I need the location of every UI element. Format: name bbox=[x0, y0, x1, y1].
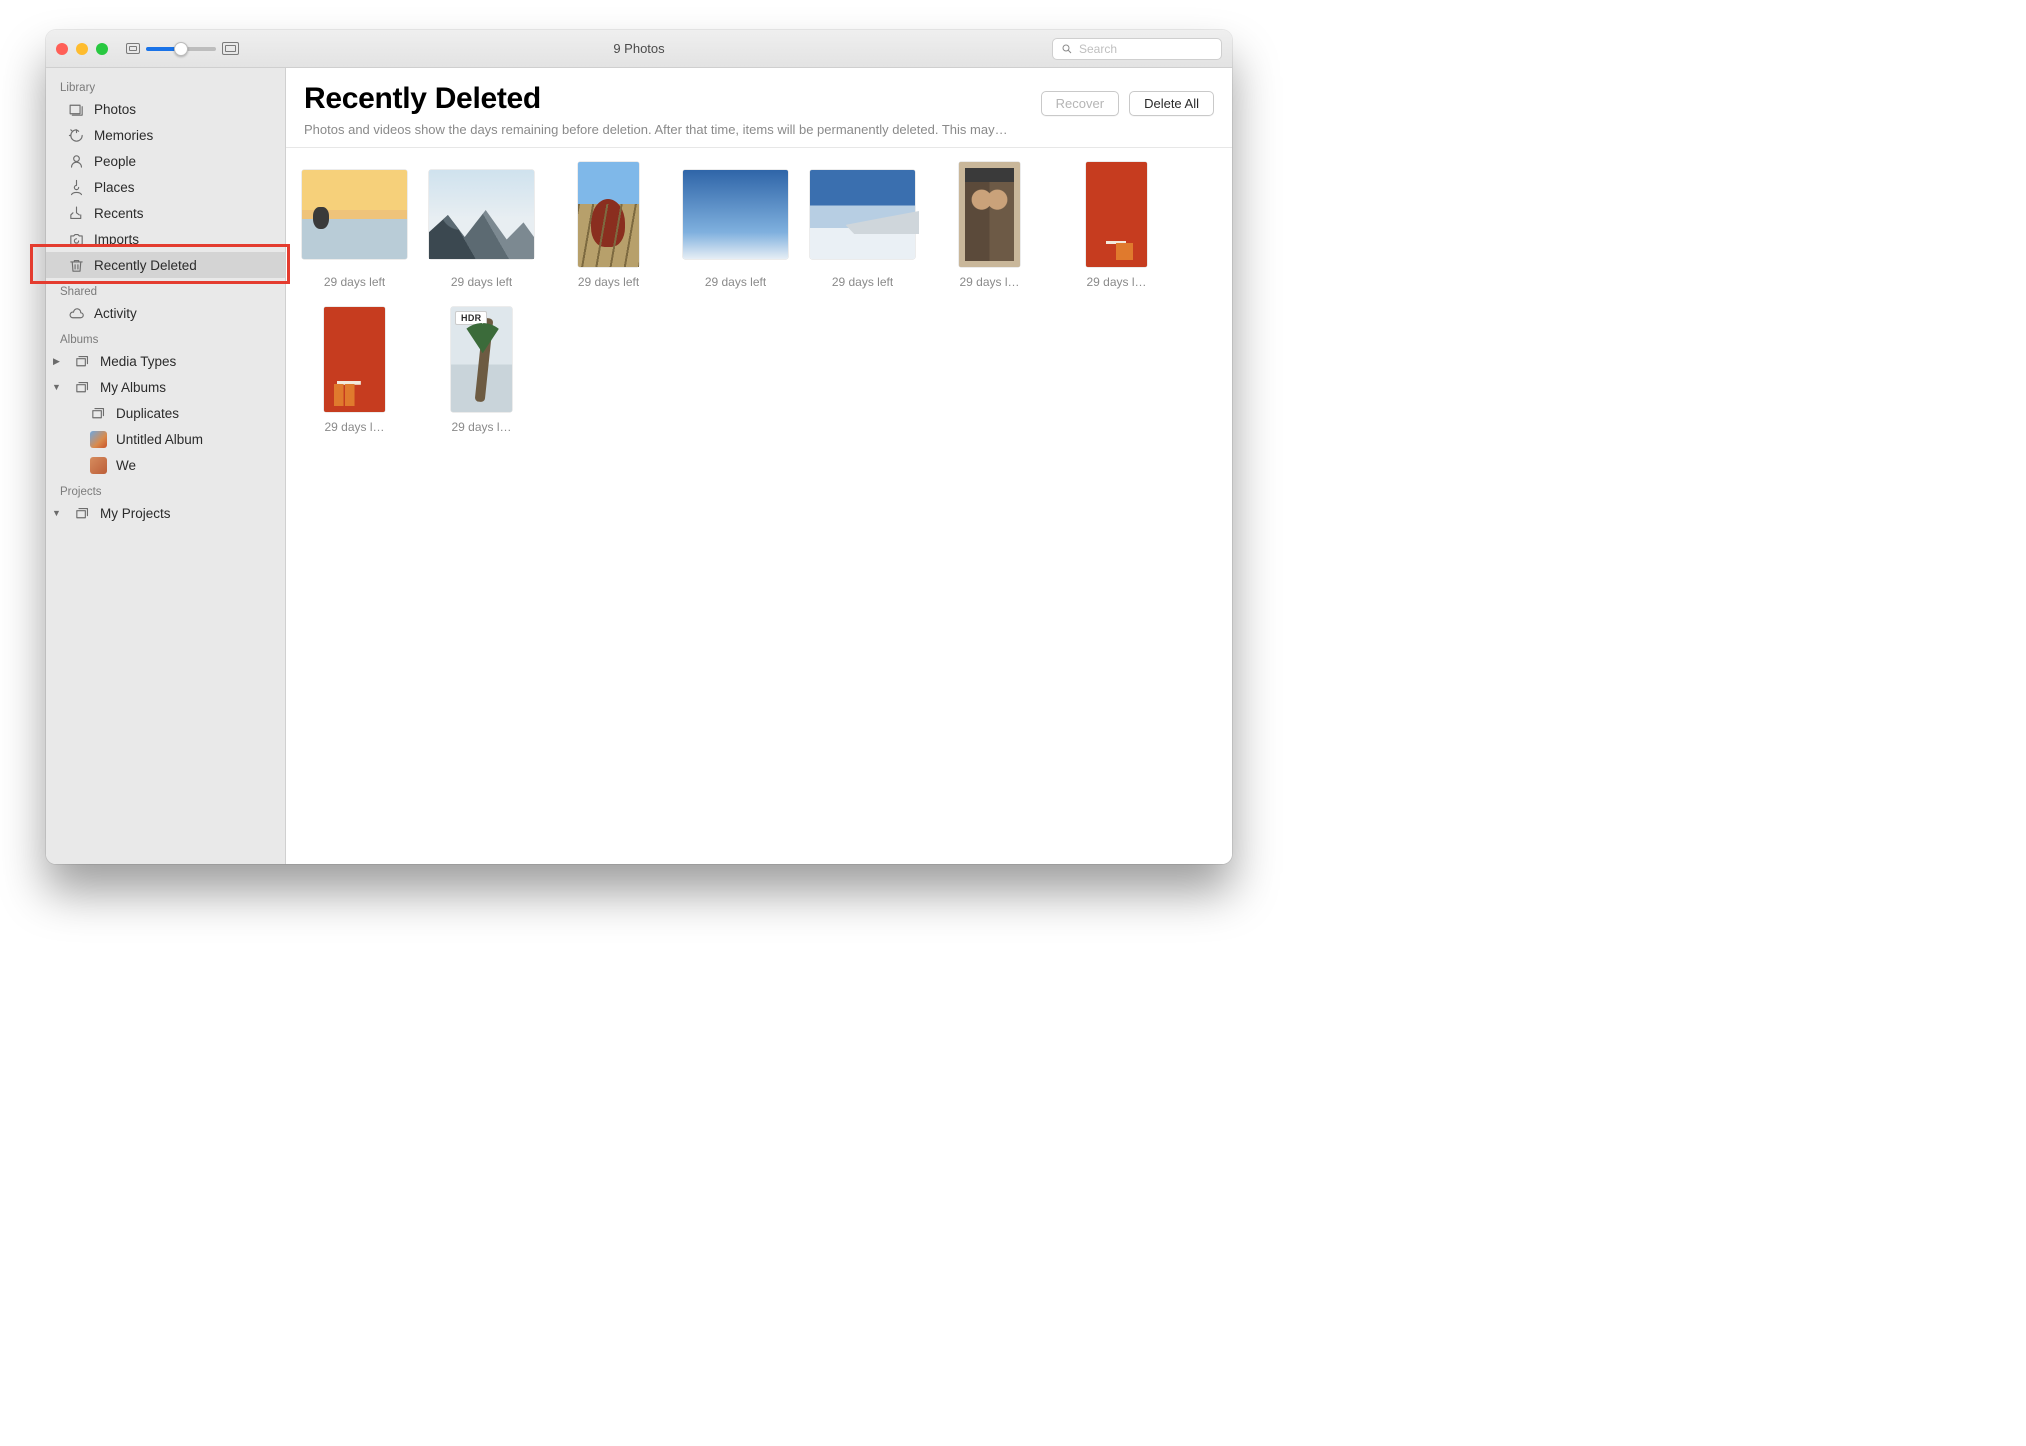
page-title: Recently Deleted bbox=[304, 82, 541, 116]
thumbnail-size-slider[interactable] bbox=[146, 47, 216, 51]
sidebar-item-label: Memories bbox=[94, 128, 153, 143]
photos-icon bbox=[68, 101, 85, 118]
minimize-window-button[interactable] bbox=[76, 43, 88, 55]
photo-cell[interactable]: 29 days left bbox=[810, 162, 915, 289]
places-icon bbox=[68, 179, 85, 196]
page-subtext: Photos and videos show the days remainin… bbox=[286, 116, 1232, 148]
sidebar-item-label: Duplicates bbox=[116, 406, 179, 421]
sidebar-item-my-projects[interactable]: ▼ My Projects bbox=[46, 500, 285, 526]
photo-caption: 29 days l… bbox=[959, 275, 1019, 289]
sidebar-item-label: My Albums bbox=[100, 380, 166, 395]
stack-icon bbox=[74, 353, 91, 370]
sidebar-item-label: My Projects bbox=[100, 506, 171, 521]
content-area: Recently Deleted Recover Delete All Phot… bbox=[286, 68, 1232, 864]
photo-caption: 29 days l… bbox=[324, 420, 384, 434]
close-window-button[interactable] bbox=[56, 43, 68, 55]
photo-thumbnail bbox=[810, 170, 915, 259]
photo-caption: 29 days left bbox=[451, 275, 512, 289]
sidebar-item-activity[interactable]: Activity bbox=[46, 300, 285, 326]
sidebar-item-label: Recently Deleted bbox=[94, 258, 197, 273]
photo-thumbnail bbox=[683, 170, 788, 259]
sidebar-item-label: We bbox=[116, 458, 136, 473]
photo-thumbnail bbox=[324, 307, 385, 412]
imports-icon bbox=[68, 231, 85, 248]
sidebar-item-memories[interactable]: Memories bbox=[46, 122, 285, 148]
stack-icon bbox=[74, 505, 91, 522]
sidebar-item-recents[interactable]: Recents bbox=[46, 200, 285, 226]
photo-cell[interactable]: 29 days left bbox=[429, 162, 534, 289]
sidebar-item-label: Imports bbox=[94, 232, 139, 247]
traffic-lights bbox=[56, 43, 108, 55]
sidebar-item-we[interactable]: We bbox=[46, 452, 285, 478]
cloud-icon bbox=[68, 305, 85, 322]
album-thumbnail-icon bbox=[90, 457, 107, 474]
search-icon bbox=[1061, 43, 1073, 55]
search-input[interactable]: Search bbox=[1052, 38, 1222, 60]
search-placeholder: Search bbox=[1079, 42, 1117, 56]
sidebar-section-library: Library bbox=[46, 74, 285, 96]
stack-icon bbox=[90, 405, 107, 422]
photo-caption: 29 days l… bbox=[1086, 275, 1146, 289]
photo-cell[interactable]: 29 days l… bbox=[937, 162, 1042, 289]
sidebar-item-label: People bbox=[94, 154, 136, 169]
photo-cell[interactable]: 29 days left bbox=[683, 162, 788, 289]
sidebar-item-label: Recents bbox=[94, 206, 144, 221]
sidebar-item-duplicates[interactable]: Duplicates bbox=[46, 400, 285, 426]
photo-cell[interactable]: 29 days left bbox=[556, 162, 661, 289]
photo-cell[interactable]: 29 days left bbox=[302, 162, 407, 289]
photo-thumbnail bbox=[1086, 162, 1147, 267]
sidebar-item-photos[interactable]: Photos bbox=[46, 96, 285, 122]
sidebar-item-media-types[interactable]: ▶ Media Types bbox=[46, 348, 285, 374]
photo-caption: 29 days left bbox=[832, 275, 893, 289]
trash-icon bbox=[68, 257, 85, 274]
window-toolbar: 9 Photos Search bbox=[46, 30, 1232, 68]
sidebar-item-my-albums[interactable]: ▼ My Albums bbox=[46, 374, 285, 400]
sidebar-item-label: Activity bbox=[94, 306, 137, 321]
stack-icon bbox=[74, 379, 91, 396]
sidebar-item-recently-deleted[interactable]: Recently Deleted bbox=[46, 252, 285, 278]
sidebar-section-projects: Projects bbox=[46, 478, 285, 500]
sidebar-item-people[interactable]: People bbox=[46, 148, 285, 174]
photo-caption: 29 days left bbox=[324, 275, 385, 289]
photo-thumbnail bbox=[429, 170, 534, 259]
small-thumbnail-icon[interactable] bbox=[126, 43, 140, 54]
large-thumbnail-icon[interactable] bbox=[222, 42, 239, 55]
photo-thumbnail bbox=[578, 162, 639, 267]
delete-all-button[interactable]: Delete All bbox=[1129, 91, 1214, 116]
people-icon bbox=[68, 153, 85, 170]
sidebar-section-albums: Albums bbox=[46, 326, 285, 348]
photo-cell[interactable]: HDR 29 days l… bbox=[429, 307, 534, 434]
sidebar-item-label: Untitled Album bbox=[116, 432, 203, 447]
photo-caption: 29 days l… bbox=[451, 420, 511, 434]
thumbnail-size-control bbox=[126, 42, 239, 55]
zoom-window-button[interactable] bbox=[96, 43, 108, 55]
sidebar-item-label: Places bbox=[94, 180, 135, 195]
photo-caption: 29 days left bbox=[578, 275, 639, 289]
photo-cell[interactable]: 29 days l… bbox=[302, 307, 407, 434]
photo-thumbnail bbox=[959, 162, 1020, 267]
photo-cell[interactable]: 29 days l… bbox=[1064, 162, 1169, 289]
recover-button[interactable]: Recover bbox=[1041, 91, 1119, 116]
disclosure-triangle-icon[interactable]: ▼ bbox=[52, 382, 61, 392]
disclosure-triangle-icon[interactable]: ▼ bbox=[52, 508, 61, 518]
sidebar: Library Photos Memories People Places Recents… bbox=[46, 68, 286, 864]
hdr-badge: HDR bbox=[455, 311, 487, 325]
sidebar-item-label: Media Types bbox=[100, 354, 176, 369]
photo-caption: 29 days left bbox=[705, 275, 766, 289]
sidebar-section-shared: Shared bbox=[46, 278, 285, 300]
sidebar-item-label: Photos bbox=[94, 102, 136, 117]
memories-icon bbox=[68, 127, 85, 144]
photo-thumbnail bbox=[302, 170, 407, 259]
sidebar-item-places[interactable]: Places bbox=[46, 174, 285, 200]
recents-icon bbox=[68, 205, 85, 222]
album-thumbnail-icon bbox=[90, 431, 107, 448]
disclosure-triangle-icon[interactable]: ▶ bbox=[52, 356, 61, 367]
photo-thumbnail: HDR bbox=[451, 307, 512, 412]
sidebar-item-untitled-album[interactable]: Untitled Album bbox=[46, 426, 285, 452]
sidebar-item-imports[interactable]: Imports bbox=[46, 226, 285, 252]
photo-grid: 29 days left 29 days left 29 days left 29 d… bbox=[286, 148, 1232, 448]
